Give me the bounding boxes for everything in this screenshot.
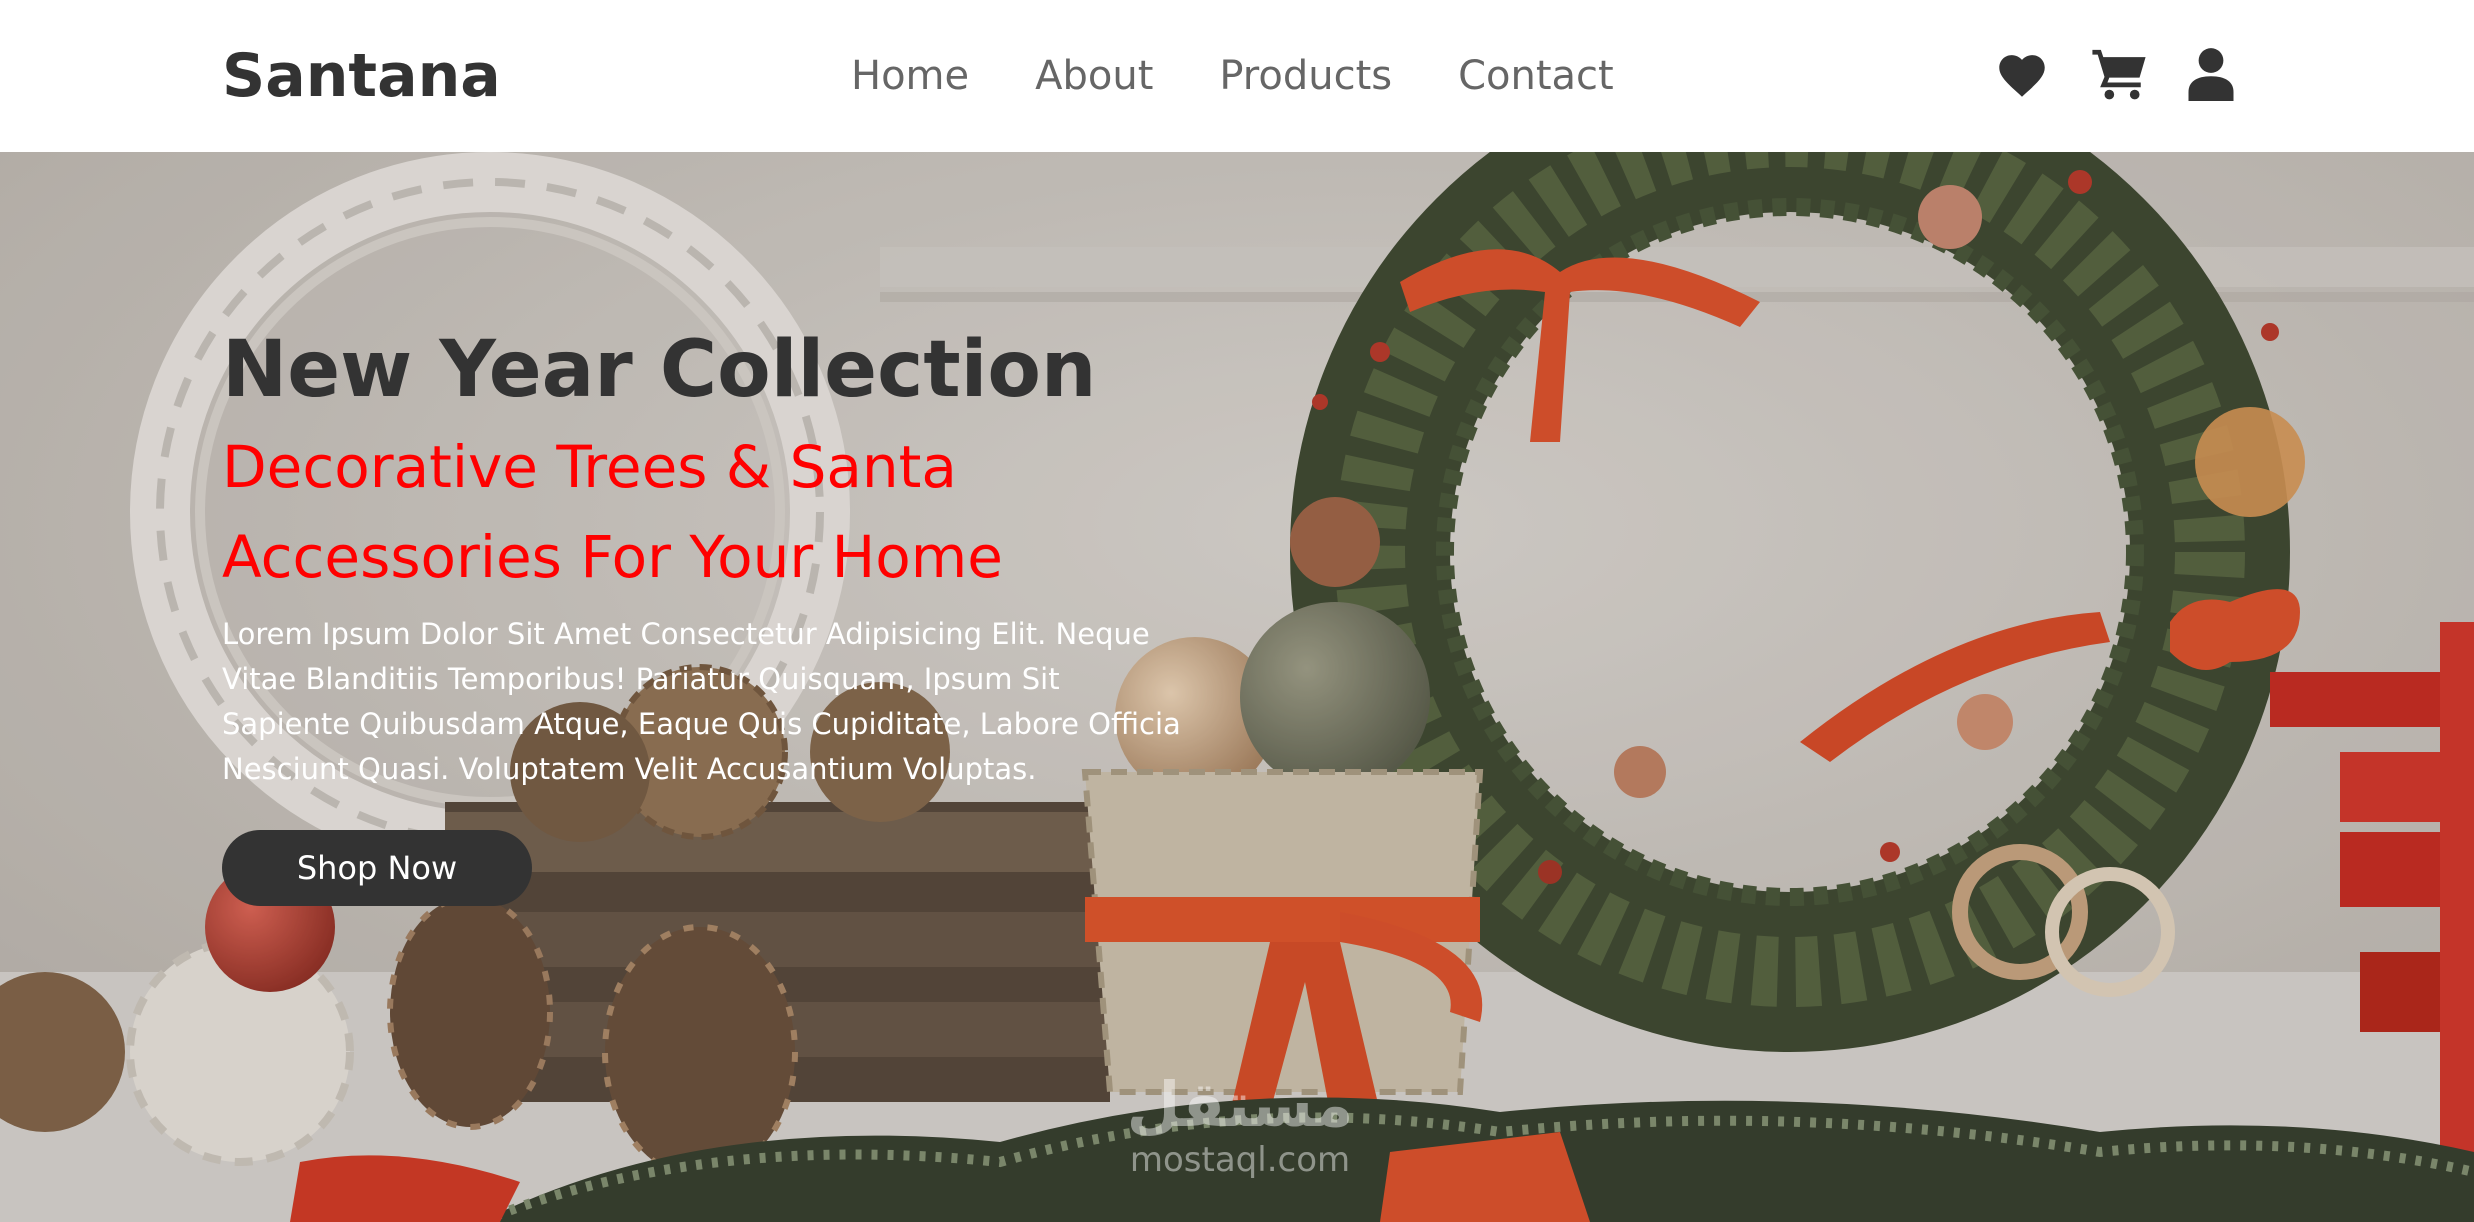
cart-icon[interactable]	[2090, 47, 2148, 101]
nav-link-products[interactable]: Products	[1219, 46, 1392, 106]
hero-subtitle-line-2: Accessories For Your Home	[222, 523, 1003, 591]
watermark-latin: mostaql.com	[1129, 1140, 1351, 1180]
hero-section: New Year Collection Decorative Trees & S…	[0, 152, 2474, 1222]
site-header: Santana Home About Products Contact	[0, 0, 2474, 152]
header-icons	[1994, 46, 2234, 102]
hero-description-line: Nesciunt Quasi. Voluptatem Velit Accusan…	[222, 752, 1037, 786]
hero-description-line: Lorem Ipsum Dolor Sit Amet Consectetur A…	[222, 617, 1150, 651]
hero-subtitle-line-1: Decorative Trees & Santa	[222, 433, 957, 501]
hero-title: New Year Collection	[222, 325, 1097, 415]
hero-description-line: Sapiente Quibusdam Atque, Eaque Quis Cup…	[222, 707, 1181, 741]
hero-description: Lorem Ipsum Dolor Sit Amet Consectetur A…	[222, 612, 1222, 792]
brand-logo[interactable]: Santana	[222, 38, 501, 114]
hero-description-line: Vitae Blanditiis Temporibus! Pariatur Qu…	[222, 662, 1060, 696]
heart-icon[interactable]	[1994, 49, 2050, 99]
watermark: مستقل mostaql.com	[1080, 1070, 1400, 1190]
main-nav: Home About Products Contact	[851, 46, 1680, 106]
hero-subtitle: Decorative Trees & Santa Accessories For…	[222, 422, 1222, 602]
watermark-arabic: مستقل	[1126, 1068, 1354, 1141]
shop-now-button[interactable]: Shop Now	[222, 830, 532, 906]
page: Santana Home About Products Contact New …	[0, 0, 2474, 1222]
nav-link-home[interactable]: Home	[851, 46, 969, 106]
user-icon[interactable]	[2188, 47, 2234, 101]
nav-link-contact[interactable]: Contact	[1458, 46, 1614, 106]
nav-link-about[interactable]: About	[1035, 46, 1153, 106]
